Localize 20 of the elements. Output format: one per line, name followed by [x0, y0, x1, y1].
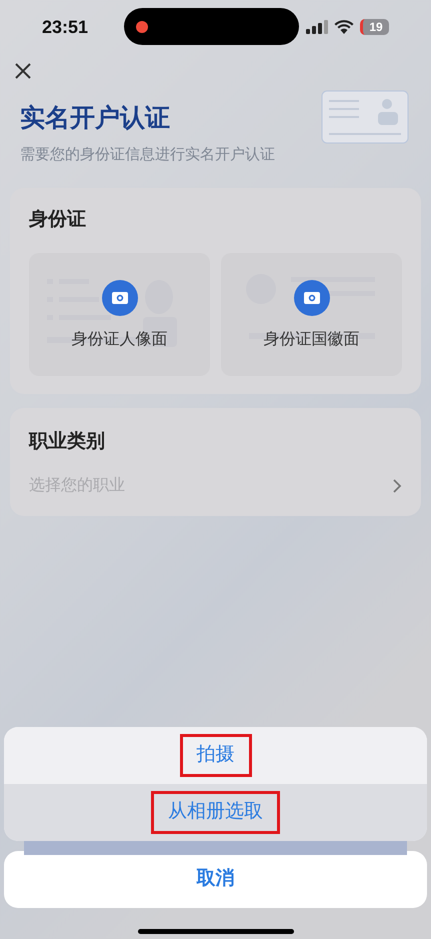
section-title: 职业类别 [29, 430, 106, 454]
tile-label: 身份证国徽面 [264, 330, 360, 350]
camera-icon [294, 280, 330, 316]
id-upload-tile[interactable]: 身份证人像面 [29, 252, 210, 376]
battery-indicator: 19 [360, 19, 389, 35]
close-icon[interactable] [14, 62, 32, 80]
option-label: 拍摄 [180, 734, 252, 777]
camera-icon [102, 280, 138, 316]
tile-label: 身份证人像面 [72, 330, 168, 350]
wifi-icon [334, 20, 354, 34]
page-title: 实名开户认证 [20, 103, 171, 134]
status-time: 23:51 [42, 16, 88, 38]
chevron-right-icon [392, 478, 402, 494]
cancel-button[interactable]: 取消 [4, 851, 427, 908]
sheet-option[interactable]: 从相册选取 [4, 784, 427, 841]
page-subtitle: 需要您的身份证信息进行实名开户认证 [20, 144, 275, 164]
option-label: 从相册选取 [151, 791, 280, 834]
signal-icon [306, 20, 328, 34]
id-upload-tile[interactable]: 身份证国徽面 [221, 252, 402, 376]
section-title: 身份证 [29, 208, 87, 232]
